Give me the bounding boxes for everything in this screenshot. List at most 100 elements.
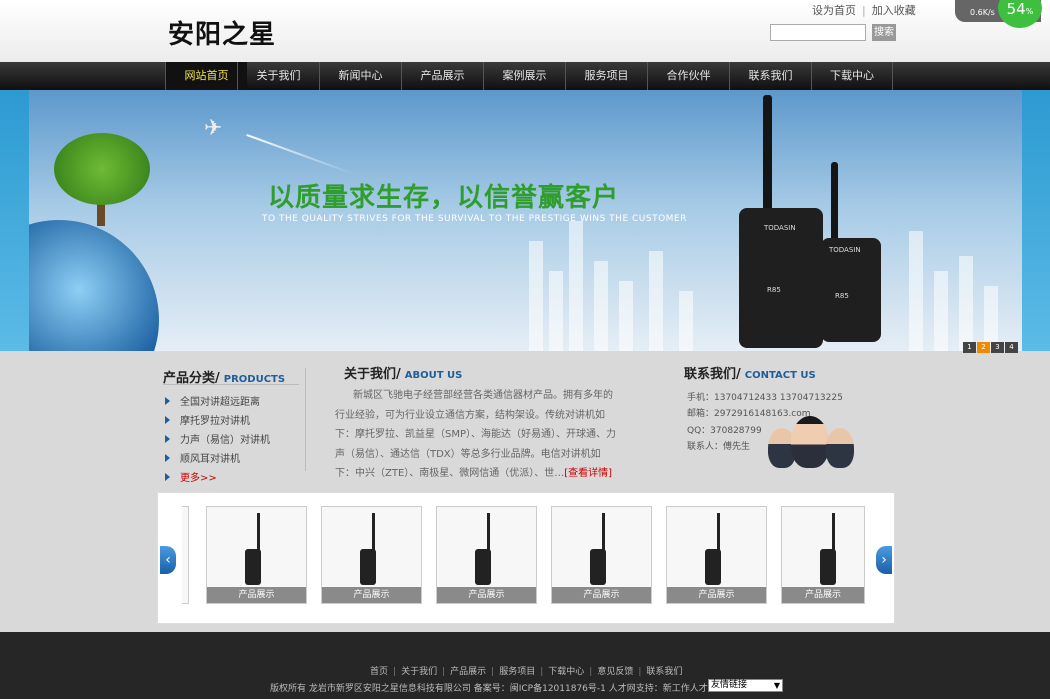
about-text: 新城区飞驰电子经营部经营各类通信器材产品。拥有多年的行业经验，可为行业设立通信方… bbox=[335, 390, 617, 480]
footer-link-contact[interactable]: 联系我们 bbox=[646, 667, 682, 677]
products-more-link: 更多>> bbox=[180, 473, 217, 484]
friend-links-select[interactable]: 友情链接 ▼ bbox=[708, 679, 783, 692]
product-image bbox=[590, 549, 606, 585]
banner-right-edge bbox=[1022, 90, 1050, 351]
radio-model: R85 bbox=[767, 286, 781, 294]
footer-link-separator: | bbox=[540, 667, 544, 677]
product-card[interactable]: 产品展示 bbox=[551, 506, 652, 604]
card-radio-antenna bbox=[832, 513, 835, 551]
copyright-text: 版权所有 龙岩市新罗区安阳之星信息科技有限公司 备案号：闽ICP备1201187… bbox=[270, 684, 717, 694]
tree-image bbox=[54, 133, 150, 205]
globe-image bbox=[29, 220, 159, 351]
top-links: 设为首页 | 加入收藏 bbox=[812, 2, 916, 18]
about-title: 关于我们/ bbox=[344, 367, 401, 382]
footer-link-products[interactable]: 产品展示 bbox=[450, 667, 486, 677]
footer-link-separator: | bbox=[589, 667, 593, 677]
search-input[interactable] bbox=[770, 24, 866, 41]
site-logo[interactable]: 安阳之星 bbox=[168, 14, 276, 51]
banner-left-edge bbox=[0, 90, 29, 351]
product-category-item[interactable]: 全国对讲超远距离 bbox=[165, 393, 260, 408]
city-building bbox=[934, 271, 948, 351]
product-category-label: 力声（易信）对讲机 bbox=[180, 435, 270, 446]
product-card[interactable]: 产品展示 bbox=[666, 506, 767, 604]
footer-link-about[interactable]: 关于我们 bbox=[401, 667, 437, 677]
bullet-arrow-icon bbox=[165, 416, 170, 424]
radio-brand-small: TODASIN bbox=[829, 246, 861, 254]
contact-title: 联系我们/ bbox=[684, 367, 741, 382]
product-caption: 产品展示 bbox=[782, 587, 864, 603]
product-category-label: 顺风耳对讲机 bbox=[180, 454, 240, 465]
product-card[interactable]: 产品展示 bbox=[436, 506, 537, 604]
card-radio-antenna bbox=[717, 513, 720, 551]
nav-home[interactable]: 网站首页 bbox=[165, 62, 247, 90]
card-radio-antenna bbox=[257, 513, 260, 551]
product-image bbox=[705, 549, 721, 585]
radio-antenna bbox=[763, 95, 772, 213]
slide-dot-4[interactable]: 4 bbox=[1005, 342, 1018, 353]
product-image bbox=[820, 549, 836, 585]
product-card[interactable]: 产品展示 bbox=[321, 506, 422, 604]
footer-link-home[interactable]: 首页 bbox=[370, 667, 388, 677]
set-homepage-link[interactable]: 设为首页 bbox=[812, 4, 856, 17]
banner[interactable]: ✈ 以质量求生存，以信誉赢客户 TO THE QUALITY STRIVES F… bbox=[29, 90, 1022, 351]
city-building bbox=[594, 261, 608, 351]
footer-links: 首页 | 关于我们 | 产品展示 | 服务项目 | 下载中心 | 意见反馈 | 联系我们 bbox=[370, 664, 682, 677]
about-content: 新城区飞驰电子经营部经营各类通信器材产品。拥有多年的行业经验，可为行业设立通信方… bbox=[335, 386, 620, 484]
footer-link-separator: | bbox=[393, 667, 397, 677]
product-category-more[interactable]: 更多>> bbox=[165, 469, 217, 484]
slider-dots: 1234 bbox=[962, 338, 1018, 353]
product-caption: 产品展示 bbox=[322, 587, 421, 603]
nav-services[interactable]: 服务项目 bbox=[565, 62, 647, 90]
product-category-item[interactable]: 力声（易信）对讲机 bbox=[165, 431, 270, 446]
product-image bbox=[360, 549, 376, 585]
footer-link-separator: | bbox=[638, 667, 642, 677]
gallery-prev-arrow[interactable]: ‹ bbox=[160, 546, 176, 574]
product-caption: 产品展示 bbox=[667, 587, 766, 603]
about-more-link[interactable]: [查看详情] bbox=[564, 468, 612, 479]
radio-antenna bbox=[831, 162, 838, 242]
city-building bbox=[649, 251, 663, 351]
staff-photo bbox=[791, 416, 829, 468]
city-building bbox=[549, 271, 563, 351]
nav-partners[interactable]: 合作伙伴 bbox=[647, 62, 729, 90]
footer-link-download[interactable]: 下载中心 bbox=[548, 667, 584, 677]
staff-photo bbox=[826, 428, 854, 468]
radio-model-small: R85 bbox=[835, 292, 849, 300]
card-radio-antenna bbox=[487, 513, 490, 551]
card-radio-antenna bbox=[602, 513, 605, 551]
slide-dot-3[interactable]: 3 bbox=[991, 342, 1004, 353]
nav-cases[interactable]: 案例展示 bbox=[483, 62, 565, 90]
city-building bbox=[679, 291, 693, 351]
product-category-item[interactable]: 顺风耳对讲机 bbox=[165, 450, 240, 465]
footer-link-feedback[interactable]: 意见反馈 bbox=[597, 667, 633, 677]
product-card[interactable]: 产品展示 bbox=[781, 506, 865, 604]
product-image bbox=[475, 549, 491, 585]
banner-slogan-en: TO THE QUALITY STRIVES FOR THE SURVIVAL … bbox=[262, 214, 687, 224]
section-divider bbox=[305, 368, 306, 471]
footer-link-separator: | bbox=[491, 667, 495, 677]
product-category-label: 摩托罗拉对讲机 bbox=[180, 416, 250, 427]
product-category-item[interactable]: 摩托罗拉对讲机 bbox=[165, 412, 250, 427]
product-card[interactable]: 产品展示 bbox=[206, 506, 307, 604]
gallery-next-arrow[interactable]: › bbox=[876, 546, 892, 574]
speed-rate: 0.6K/s bbox=[970, 8, 995, 17]
footer-link-services[interactable]: 服务项目 bbox=[499, 667, 535, 677]
add-favorite-link[interactable]: 加入收藏 bbox=[872, 4, 916, 17]
nav-about[interactable]: 关于我们 bbox=[237, 62, 319, 90]
city-building bbox=[959, 256, 973, 351]
contact-person: 联系人：傅先生 bbox=[687, 442, 751, 452]
slide-dot-2[interactable]: 2 bbox=[977, 342, 990, 353]
card-radio-antenna bbox=[372, 513, 375, 551]
top-links-separator: | bbox=[862, 4, 866, 17]
gallery-partial-card bbox=[182, 506, 189, 604]
nav-contact[interactable]: 联系我们 bbox=[729, 62, 811, 90]
slide-dot-1[interactable]: 1 bbox=[963, 342, 976, 353]
chevron-down-icon: ▼ bbox=[773, 681, 780, 690]
search-button[interactable]: 搜索 bbox=[872, 24, 896, 41]
banner-slogan: 以质量求生存，以信誉赢客户 bbox=[268, 183, 620, 213]
nav-products[interactable]: 产品展示 bbox=[401, 62, 483, 90]
nav-download[interactable]: 下载中心 bbox=[811, 62, 893, 90]
nav-news[interactable]: 新闻中心 bbox=[319, 62, 401, 90]
bullet-arrow-icon bbox=[165, 473, 170, 481]
product-caption: 产品展示 bbox=[207, 587, 306, 603]
